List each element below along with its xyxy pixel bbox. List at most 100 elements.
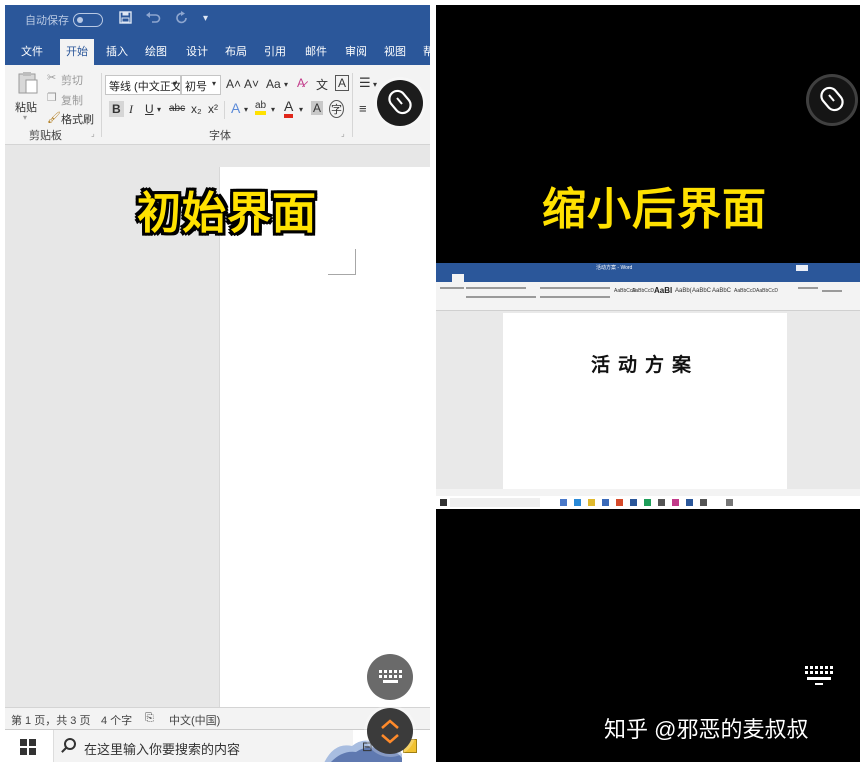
keyboard-icon — [379, 670, 402, 683]
redo-icon[interactable] — [175, 11, 189, 28]
cut-button[interactable]: 剪切 — [61, 72, 83, 88]
tab-review[interactable]: 审阅 — [345, 43, 367, 59]
mini-style-subtitle[interactable]: AaBbC — [712, 288, 731, 294]
keyboard-toggle-button[interactable] — [803, 663, 835, 687]
mini-style-strong[interactable]: AaBbCcD — [756, 288, 778, 294]
mini-ribbon-control — [822, 290, 842, 292]
mini-document-page[interactable]: 活动方案 — [503, 313, 787, 489]
clipboard-group-label: 剪贴板 — [29, 130, 62, 142]
mini-app-icon[interactable] — [686, 499, 693, 506]
clear-format-icon[interactable]: A̷ — [297, 76, 305, 90]
mini-start-icon[interactable] — [440, 499, 447, 506]
enclosed-char-button[interactable]: 字 — [329, 100, 344, 118]
mini-style-title[interactable]: AaBbC — [692, 288, 711, 294]
document-page[interactable] — [219, 167, 430, 707]
change-case-button[interactable]: Aa — [266, 77, 281, 91]
bullets-icon[interactable]: ☰ — [359, 75, 371, 91]
shrink-font-button[interactable]: A˅ — [244, 77, 259, 91]
mini-ribbon-control — [440, 287, 464, 289]
mini-style-nospacing[interactable]: AaBbCcD — [632, 288, 654, 294]
mini-style-heading2[interactable]: AaBb( — [675, 288, 692, 294]
align-left-icon[interactable]: ≡ — [359, 101, 367, 116]
mini-app-icon[interactable] — [658, 499, 665, 506]
mini-app-icon[interactable] — [726, 499, 733, 506]
word-count[interactable]: 4 个字 — [101, 712, 132, 728]
quick-access-toolbar: 自动保存 ▾ — [5, 5, 430, 35]
scroll-updown-button[interactable] — [367, 708, 413, 754]
mini-tab-home[interactable] — [452, 274, 464, 282]
tab-layout[interactable]: 布局 — [225, 43, 247, 59]
mini-style-emphasis[interactable]: AaBbCcD — [734, 288, 756, 294]
char-shading-button[interactable]: A — [311, 101, 324, 115]
underline-dropdown-icon[interactable]: ▾ — [157, 105, 161, 114]
tab-draw[interactable]: 绘图 — [145, 43, 167, 59]
underline-button[interactable]: U — [145, 102, 154, 116]
mini-app-icon[interactable] — [574, 499, 581, 506]
mini-style-heading1[interactable]: AaBl — [654, 286, 672, 295]
mouse-icon — [388, 89, 412, 115]
paste-dropdown-icon[interactable]: ▾ — [23, 113, 27, 122]
windows-start-icon[interactable] — [20, 739, 36, 755]
mouse-mode-button[interactable] — [377, 80, 423, 126]
mini-app-icon[interactable] — [630, 499, 637, 506]
highlight-button[interactable]: ab — [255, 100, 267, 115]
mini-ribbon: AaBbCcD AaBbCcD AaBl AaBb( AaBbC AaBbC A… — [436, 282, 860, 311]
undo-icon[interactable] — [145, 11, 161, 27]
subscript-button[interactable]: x₂ — [191, 102, 202, 116]
mini-ribbon-control — [540, 287, 610, 289]
font-color-button[interactable]: A — [284, 98, 294, 118]
tab-file[interactable]: 文件 — [21, 43, 43, 59]
keyboard-toggle-button[interactable] — [367, 654, 413, 700]
mini-word-window[interactable]: 活动方案 - Word AaBbCcD AaBbCcD AaBl AaBb( A… — [436, 263, 860, 509]
mini-app-icon[interactable] — [560, 499, 567, 506]
autosave-label: 自动保存 — [25, 15, 69, 27]
autosave-toggle[interactable] — [73, 13, 103, 27]
copy-button[interactable]: 复制 — [61, 92, 83, 108]
save-icon[interactable] — [119, 11, 132, 27]
strikethrough-button[interactable]: abc — [169, 103, 185, 114]
tab-references[interactable]: 引用 — [264, 43, 286, 59]
change-case-dropdown-icon[interactable]: ▾ — [284, 80, 288, 89]
paste-icon[interactable] — [17, 71, 39, 98]
mini-ribbon-control — [798, 287, 818, 289]
mini-app-icon[interactable] — [644, 499, 651, 506]
mini-app-icon[interactable] — [672, 499, 679, 506]
superscript-button[interactable]: x² — [208, 102, 218, 116]
language-indicator[interactable]: 中文(中国) — [169, 712, 220, 728]
text-effect-dropdown-icon[interactable]: ▾ — [244, 105, 248, 114]
customize-qat-icon[interactable]: ▾ — [203, 13, 208, 24]
mouse-mode-button[interactable] — [809, 77, 855, 123]
italic-button[interactable]: I — [129, 102, 133, 117]
page-count[interactable]: 第 1 页，共 3 页 — [11, 712, 90, 728]
clipboard-launcher-icon[interactable]: ⌟ — [91, 129, 95, 138]
mini-app-icon[interactable] — [700, 499, 707, 506]
font-size-dropdown-icon[interactable]: ▾ — [212, 79, 216, 88]
char-border-button[interactable]: A — [335, 75, 350, 91]
tab-home[interactable]: 开始 — [60, 39, 94, 65]
font-name-dropdown-icon[interactable]: ▾ — [173, 79, 177, 88]
mini-search-box[interactable] — [450, 498, 540, 507]
mini-app-icon[interactable] — [616, 499, 623, 506]
pinyin-button[interactable]: 文 — [316, 76, 328, 93]
font-name-combo[interactable]: 等线 (中文正文 — [105, 75, 181, 95]
mini-app-icon[interactable] — [602, 499, 609, 506]
font-color-dropdown-icon[interactable]: ▾ — [299, 105, 303, 114]
tab-view[interactable]: 视图 — [384, 43, 406, 59]
tab-design[interactable]: 设计 — [186, 43, 208, 59]
highlight-dropdown-icon[interactable]: ▾ — [271, 105, 275, 114]
grow-font-button[interactable]: A˄ — [226, 77, 241, 91]
proofing-icon[interactable]: ⎘ — [145, 712, 154, 725]
mini-ribbon-tabs — [436, 273, 860, 282]
caption-zoomed-out: 缩小后界面 — [542, 185, 767, 234]
tab-mailings[interactable]: 邮件 — [305, 43, 327, 59]
taskbar-search[interactable]: 在这里输入你要搜索的内容 — [53, 730, 402, 762]
mini-app-icon[interactable] — [588, 499, 595, 506]
taskbar-search-placeholder: 在这里输入你要搜索的内容 — [84, 742, 241, 757]
tab-help[interactable]: 帮 — [423, 43, 430, 59]
format-painter-button[interactable]: 格式刷 — [61, 111, 94, 127]
font-launcher-icon[interactable]: ⌟ — [341, 129, 345, 138]
text-effect-button[interactable]: A — [231, 100, 240, 116]
tab-insert[interactable]: 插入 — [106, 43, 128, 59]
word-zoomed-out-view: 缩小后界面 活动方案 - Word AaBbCcD AaBbCcD AaBl A… — [436, 5, 860, 762]
bold-button[interactable]: B — [109, 101, 124, 117]
